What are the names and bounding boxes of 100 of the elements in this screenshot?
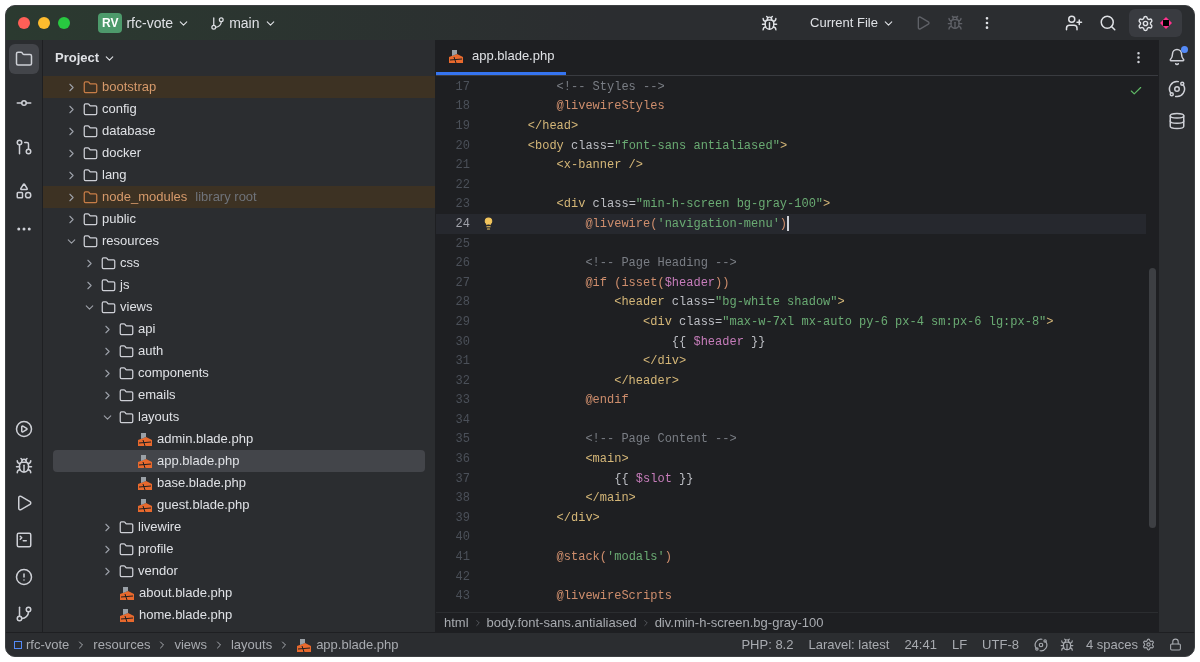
settings-icon[interactable]	[1142, 638, 1155, 651]
tree-item-label: vendor	[138, 562, 178, 581]
folder-icon	[83, 145, 98, 161]
folder-tree-item[interactable]: bootstrap	[43, 76, 435, 98]
folder-tree-item[interactable]: components	[43, 362, 435, 384]
status-item[interactable]: 24:41	[904, 634, 937, 655]
code-line: </header>	[613, 372, 680, 390]
folder-tree-item[interactable]: auth	[43, 340, 435, 362]
code-line: </head>	[526, 118, 579, 135]
bug-icon[interactable]	[761, 14, 779, 32]
code-line: {{ $header }}	[670, 333, 766, 351]
text-caret	[787, 216, 790, 232]
editor-breadcrumb[interactable]: div.min-h-screen.bg-gray-100	[654, 612, 824, 633]
folder-tree-item[interactable]: docker	[43, 142, 435, 164]
folder-tree-item[interactable]: layouts	[43, 406, 435, 428]
folder-tree-item[interactable]: profile	[43, 538, 435, 560]
spiral-icon[interactable]	[1033, 637, 1048, 652]
indent-status[interactable]: 4 spaces	[1085, 634, 1138, 655]
folder-tree-item[interactable]: css	[43, 252, 435, 274]
blade-file-icon	[137, 453, 153, 469]
file-tree-item[interactable]: about.blade.php	[43, 582, 435, 604]
path-breadcrumb[interactable]: resources	[93, 634, 151, 655]
git-branch-icon[interactable]	[15, 605, 33, 623]
status-item[interactable]: UTF-8	[982, 634, 1019, 655]
services-icon[interactable]	[15, 420, 33, 438]
folder-icon	[119, 387, 134, 403]
folder-tree-item[interactable]: api	[43, 318, 435, 340]
tree-item-label: layouts	[138, 408, 180, 427]
tree-item-label: home.blade.php	[139, 606, 233, 625]
search-icon[interactable]	[1099, 14, 1117, 32]
editor-tab[interactable]: app.blade.php	[436, 40, 566, 75]
folder-tree-item[interactable]: views	[43, 296, 435, 318]
status-item[interactable]: PHP: 8.2	[741, 634, 794, 655]
file-tree-item[interactable]: base.blade.php	[43, 472, 435, 494]
tree-item-label: auth	[138, 342, 164, 361]
code-line: <body class="font-sans antialiased">	[526, 137, 788, 155]
path-breadcrumb[interactable]: layouts	[230, 634, 273, 655]
file-tree-item[interactable]: home.blade.php	[43, 604, 435, 626]
folder-icon[interactable]	[9, 44, 39, 74]
blade-file-icon	[119, 585, 135, 601]
problems-icon[interactable]	[15, 568, 33, 586]
blade-file-icon	[448, 48, 464, 64]
file-tree-item[interactable]: app.blade.php	[53, 450, 425, 472]
lightbulb-icon[interactable]	[482, 217, 495, 231]
terminal-icon[interactable]	[15, 531, 33, 549]
folder-tree-item[interactable]: resources	[43, 230, 435, 252]
notifications-icon[interactable]	[1167, 48, 1186, 66]
module-icon	[14, 640, 22, 649]
code-line: <header class="bg-white shadow">	[613, 294, 845, 312]
folder-icon	[119, 321, 134, 337]
project-view-selector[interactable]: Project	[55, 48, 117, 68]
code-line: <!-- Page Heading -->	[584, 255, 737, 273]
tree-item-label: public	[102, 210, 136, 229]
lock-icon[interactable]	[1169, 638, 1182, 651]
folder-icon	[83, 233, 98, 249]
folder-tree-item[interactable]: livewire	[43, 516, 435, 538]
tree-item-label: bootstrap	[102, 78, 157, 97]
database-icon[interactable]	[1167, 112, 1186, 130]
debug-icon[interactable]	[15, 457, 33, 475]
editor-breadcrumb[interactable]: body.font-sans.antialiased	[486, 612, 637, 633]
workspace-selector[interactable]: rfc-vote	[126, 12, 191, 34]
spiral-icon[interactable]	[1167, 80, 1186, 98]
path-breadcrumb[interactable]: views	[174, 634, 207, 655]
folder-tree-item[interactable]: js	[43, 274, 435, 296]
path-breadcrumb[interactable]: rfc-vote	[26, 634, 70, 655]
scrollbar-thumb[interactable]	[1148, 268, 1156, 528]
bug-icon[interactable]	[1059, 637, 1074, 652]
folder-tree-item[interactable]: lang	[43, 164, 435, 186]
folder-tree-item[interactable]: database	[43, 120, 435, 142]
code-line: <x-banner />	[555, 157, 644, 175]
diamond-logo-icon	[1158, 15, 1174, 31]
tree-item-label: about.blade.php	[139, 584, 233, 603]
tree-item-label: admin.blade.php	[157, 430, 254, 449]
folder-tree-item[interactable]: emails	[43, 384, 435, 406]
tree-item-label: emails	[138, 386, 176, 405]
settings-button[interactable]	[1129, 9, 1182, 37]
code-line: <div class="min-h-screen bg-gray-100">	[555, 196, 831, 214]
add-user-icon[interactable]	[1065, 14, 1083, 32]
code-line: </main>	[584, 490, 636, 508]
path-breadcrumb[interactable]: app.blade.php	[316, 634, 399, 655]
folder-icon	[101, 255, 116, 271]
run-icon[interactable]	[15, 494, 33, 512]
folder-icon	[83, 167, 98, 183]
run-config-selector[interactable]: Current File	[810, 13, 895, 33]
folder-tree-item[interactable]: public	[43, 208, 435, 230]
code-line: <!-- Styles -->	[555, 78, 665, 96]
folder-tree-item[interactable]: node_modules library root	[43, 186, 435, 208]
folder-tree-item[interactable]: config	[43, 98, 435, 120]
file-tree-item[interactable]: admin.blade.php	[43, 428, 435, 450]
editor-breadcrumb[interactable]: html	[444, 612, 469, 633]
code-line: </div>	[642, 353, 687, 371]
folder-tree-item[interactable]: vendor	[43, 560, 435, 582]
settings-icon	[1137, 14, 1154, 32]
folder-icon	[119, 409, 134, 425]
status-item[interactable]: LF	[951, 634, 968, 655]
status-item[interactable]: Laravel: latest	[808, 634, 890, 655]
file-tree-item[interactable]: guest.blade.php	[43, 494, 435, 516]
folder-icon	[119, 541, 134, 557]
branch-selector[interactable]: main	[210, 12, 277, 34]
folder-icon	[119, 519, 134, 535]
